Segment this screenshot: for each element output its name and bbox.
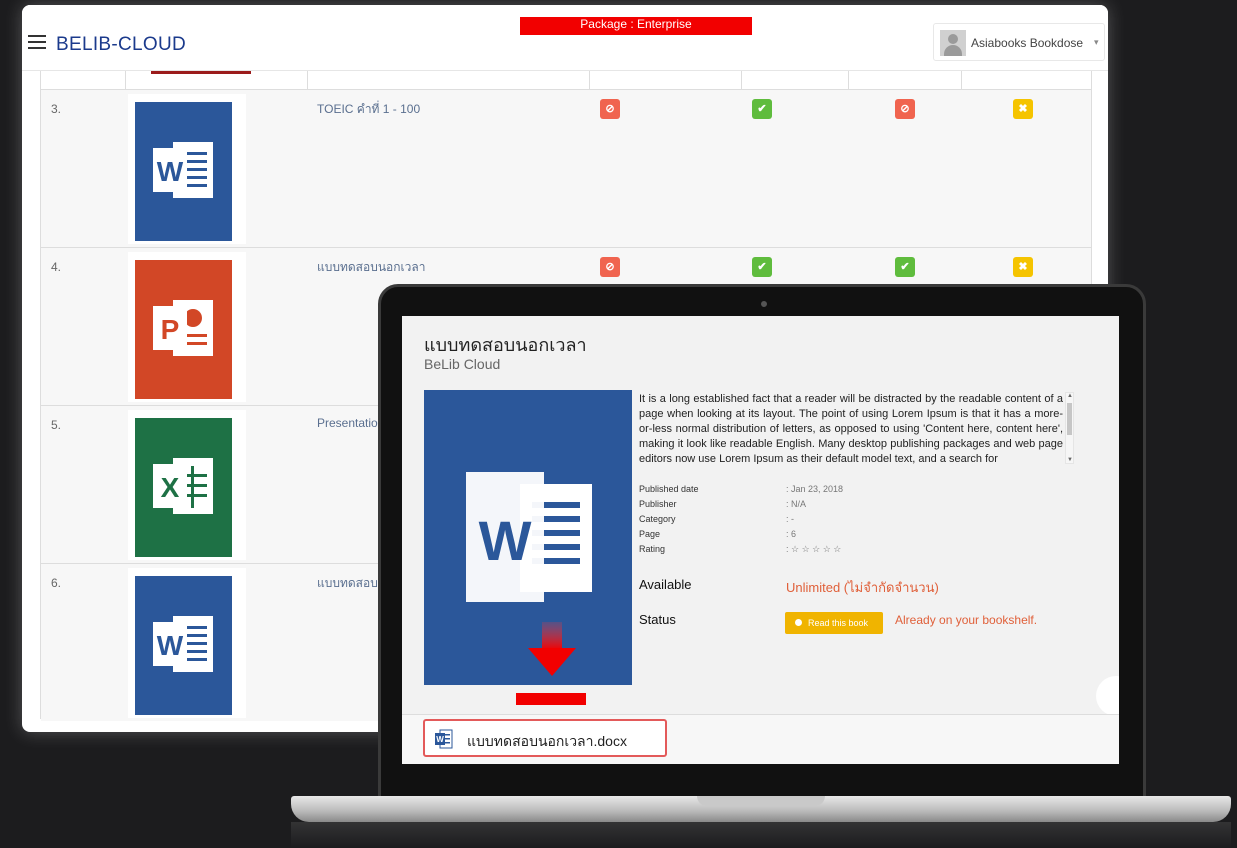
svg-text:W: W [436, 735, 444, 744]
meta-value: : Jan 23, 2018 [786, 484, 844, 494]
status-badge-block[interactable]: ⊘ [895, 99, 915, 119]
top-navbar: BELIB-CLOUD Package : Enterprise Asiaboo… [22, 5, 1108, 71]
package-badge: Package : Enterprise [520, 17, 752, 35]
rating-stars[interactable]: : ☆ ☆ ☆ ☆ ☆ [786, 544, 841, 555]
file-thumbnail[interactable]: W [128, 94, 246, 244]
user-name: Asiabooks Bookdose [971, 36, 1084, 50]
file-title-link[interactable]: TOEIC คำที่ 1 - 100 [317, 100, 420, 119]
meta-label: Page [639, 529, 661, 539]
available-label: Available [639, 577, 692, 592]
row-number: 3. [51, 102, 62, 116]
file-title-link[interactable]: แบบทดสอบนอกเวลา [317, 258, 425, 277]
row-number: 4. [51, 260, 62, 274]
download-bar-strip: W แบบทดสอบนอกเวลา.docx [402, 714, 1119, 764]
user-menu[interactable]: Asiabooks Bookdose ▾ [933, 23, 1105, 61]
status-badge-x[interactable]: ✖ [1013, 257, 1033, 277]
book-cover[interactable]: W [424, 390, 632, 685]
meta-label: Published date [639, 484, 699, 494]
powerpoint-icon: P [135, 260, 232, 399]
row-number: 6. [51, 576, 62, 590]
svg-text:X: X [161, 472, 180, 503]
camera-dot [761, 301, 767, 307]
status-badge-check[interactable]: ✔ [752, 257, 772, 277]
laptop-reflection [291, 822, 1231, 848]
description-scrollbar[interactable]: ▲ ▼ [1065, 392, 1074, 464]
download-bar [516, 693, 586, 705]
table-row[interactable]: 3. W TOEIC คำที่ 1 - 100 ⊘ ✔ ⊘ ✖ [41, 89, 1091, 247]
status-badge-check[interactable]: ✔ [752, 99, 772, 119]
word-file-icon: W [435, 729, 453, 749]
file-thumbnail[interactable]: X [128, 410, 246, 560]
book-title: แบบทดสอบนอกเวลา [424, 335, 587, 355]
book-description: It is a long established fact that a rea… [639, 393, 1063, 464]
meta-value: : - [786, 514, 794, 524]
download-arrow-icon [528, 622, 576, 676]
row-number: 5. [51, 418, 62, 432]
status-badge-block[interactable]: ⊘ [600, 257, 620, 277]
book-icon [795, 619, 802, 626]
row-stripe [151, 71, 251, 74]
svg-text:W: W [157, 156, 184, 187]
meta-value: : 6 [786, 529, 797, 539]
file-title-link[interactable]: แบบทดสอบ [317, 574, 378, 593]
meta-label: Publisher [639, 499, 677, 509]
file-title-link[interactable]: Presentatio [317, 416, 378, 430]
status-badge-x[interactable]: ✖ [1013, 99, 1033, 119]
laptop-frame: แบบทดสอบนอกเวลา BeLib Cloud W It is a lo… [378, 284, 1146, 800]
laptop-base [291, 796, 1231, 822]
word-icon: W [466, 472, 592, 602]
laptop-screen: แบบทดสอบนอกเวลา BeLib Cloud W It is a lo… [402, 316, 1119, 764]
available-value: Unlimited (ไม่จำกัดจำนวน) [786, 580, 939, 595]
svg-text:W: W [479, 509, 532, 572]
meta-label: Category [639, 514, 676, 524]
status-badge-block[interactable]: ⊘ [600, 99, 620, 119]
status-label: Status [639, 612, 676, 627]
meta-value: : N/A [786, 499, 807, 509]
side-handle [1096, 676, 1119, 716]
svg-text:P: P [161, 314, 180, 345]
download-filename: แบบทดสอบนอกเวลา.docx [467, 733, 627, 749]
menu-icon[interactable] [28, 35, 46, 49]
status-badge-check[interactable]: ✔ [895, 257, 915, 277]
brand-title[interactable]: BELIB-CLOUD [56, 34, 186, 56]
excel-icon: X [135, 418, 232, 557]
read-book-label: Read this book [808, 618, 869, 628]
book-subtitle: BeLib Cloud [424, 356, 501, 372]
status-value: Already on your bookshelf. [895, 613, 1038, 627]
word-icon: W [135, 576, 232, 715]
svg-text:W: W [157, 630, 184, 661]
laptop-notch [697, 796, 825, 806]
read-book-button[interactable]: Read this book [785, 612, 883, 634]
file-thumbnail[interactable]: P [128, 252, 246, 402]
avatar [940, 30, 966, 56]
word-icon: W [135, 102, 232, 241]
chevron-down-icon: ▾ [1094, 37, 1099, 47]
file-thumbnail[interactable]: W [128, 568, 246, 718]
meta-label: Rating [639, 544, 666, 554]
download-item[interactable]: W แบบทดสอบนอกเวลา.docx [423, 719, 667, 757]
